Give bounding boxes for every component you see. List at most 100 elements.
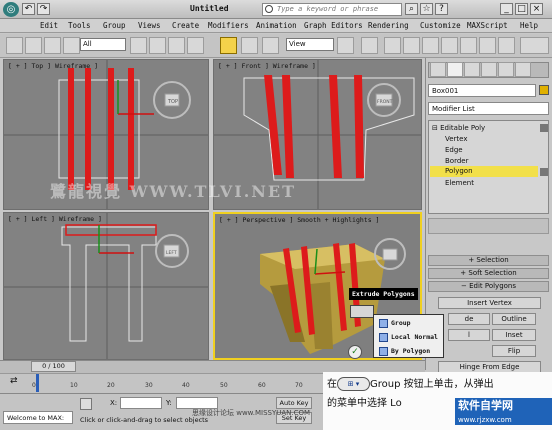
object-color-swatch[interactable] — [539, 85, 549, 95]
view-cube-top[interactable]: TOP — [167, 99, 178, 105]
annotation-text-post: Group 按钮上单击，从弹出 — [370, 379, 494, 390]
maximize-button[interactable]: □ — [515, 3, 528, 15]
selection-filter-dropdown[interactable]: All — [80, 38, 126, 51]
star-icon[interactable]: ☆ — [420, 3, 433, 15]
object-name-field[interactable]: Box001 — [428, 84, 536, 97]
window-crossing-icon[interactable] — [187, 37, 204, 54]
inset-button[interactable]: Inset — [492, 329, 536, 341]
minimize-button[interactable]: _ — [500, 3, 513, 15]
menu-views[interactable]: Views — [138, 21, 161, 30]
angle-snap-icon[interactable] — [403, 37, 420, 54]
move-icon[interactable] — [220, 37, 237, 54]
y-label: Y: — [166, 399, 172, 407]
extrude-type-flyout: Group Local Normal By Polygon — [373, 314, 444, 358]
select-by-name-icon[interactable] — [149, 37, 166, 54]
pivot-center-icon[interactable] — [337, 37, 354, 54]
flip-button[interactable]: Flip — [492, 345, 536, 357]
bind-space-warp-icon[interactable] — [44, 37, 61, 54]
polygon-level-icon[interactable] — [540, 168, 548, 176]
unlink-icon[interactable] — [25, 37, 42, 54]
track-bar-toggle-icon[interactable]: ⇄ — [10, 376, 18, 386]
group-icon — [379, 319, 388, 328]
render-setup-icon[interactable] — [520, 37, 549, 54]
select-manipulate-icon[interactable] — [361, 37, 378, 54]
stack-item-polygon[interactable]: Polygon — [430, 166, 538, 177]
select-object-icon[interactable] — [130, 37, 147, 54]
annotation-text-pre: 在 — [327, 379, 337, 390]
reference-coordinate-dropdown[interactable]: View — [286, 38, 334, 51]
menu-modifiers[interactable]: Modifiers — [208, 21, 249, 30]
view-cube-left[interactable]: LEFT — [166, 250, 177, 256]
menu-edit[interactable]: Edit — [40, 21, 58, 30]
help-icon[interactable]: ? — [435, 3, 448, 15]
scale-icon[interactable] — [262, 37, 279, 54]
extrude-type-flyout-button[interactable] — [350, 305, 374, 318]
tooltip: Extrude Polygons — [349, 288, 418, 300]
maxscript-listener[interactable]: Welcome to MAX: — [3, 411, 73, 424]
time-slider-thumb[interactable]: 0 / 100 — [31, 361, 76, 372]
viewport-left[interactable]: [ + ] Left ] Wireframe ] LEFT — [3, 212, 209, 360]
status-prompt: Click or click-and-drag to select object… — [80, 416, 209, 424]
timeline-tick-label: 0 — [32, 382, 36, 389]
rect-selection-icon[interactable] — [168, 37, 185, 54]
info-icon[interactable]: ⌕ — [405, 3, 418, 15]
menu-create[interactable]: Create — [172, 21, 199, 30]
timeline-tick-label: 40 — [182, 382, 190, 389]
create-tab-icon[interactable] — [430, 62, 446, 77]
footer-watermark: 思缘设计论坛 www.MISSYUAN.COM — [192, 409, 311, 417]
flyout-item-group[interactable]: Group — [376, 317, 442, 330]
menu-maxscript[interactable]: MAXScript — [467, 21, 508, 30]
modifier-list-dropdown[interactable]: Modifier List — [428, 102, 549, 115]
menu-group[interactable]: Group — [103, 21, 126, 30]
app-logo-icon[interactable]: ◎ — [3, 2, 19, 17]
snap-icon[interactable] — [384, 37, 401, 54]
flyout-item-local-normal[interactable]: Local Normal — [376, 331, 442, 344]
ok-check-icon[interactable]: ✓ — [348, 345, 362, 359]
rollout-selection[interactable]: + Selection — [428, 255, 549, 266]
outline-button[interactable]: Outline — [492, 313, 536, 325]
extrude-button[interactable]: de — [448, 313, 490, 325]
group-button-badge-icon: ⊞ ▾ — [337, 377, 370, 391]
object-icon[interactable] — [63, 37, 80, 54]
stack-light-bulb-icon[interactable] — [540, 124, 548, 132]
view-cube-front[interactable]: FRONT — [377, 99, 393, 105]
percent-snap-icon[interactable] — [422, 37, 439, 54]
curve-editor-icon[interactable] — [498, 37, 515, 54]
timeline-tick-label: 50 — [220, 382, 228, 389]
bevel-button[interactable]: l — [448, 329, 490, 341]
stack-item-element[interactable]: Element — [445, 178, 474, 189]
insert-vertex-button[interactable]: Insert Vertex — [438, 297, 541, 309]
menu-animation[interactable]: Animation — [256, 21, 297, 30]
site-logo-title: 软件自学网 — [458, 399, 513, 412]
rollout-edit-polygons[interactable]: − Edit Polygons — [428, 281, 549, 292]
stack-item-editable-poly[interactable]: ⊟ Editable Poly — [432, 123, 485, 134]
search-input[interactable]: Type a keyword or phrase — [262, 3, 402, 16]
timeline-tick-label: 70 — [295, 382, 303, 389]
display-tab-icon[interactable] — [498, 62, 514, 77]
menu-help[interactable]: Help — [520, 21, 538, 30]
rollout-soft-selection[interactable]: + Soft Selection — [428, 268, 549, 279]
utilities-tab-icon[interactable] — [515, 62, 531, 77]
lock-selection-icon[interactable] — [80, 398, 92, 410]
menu-customize[interactable]: Customize — [420, 21, 461, 30]
stack-item-vertex[interactable]: Vertex — [445, 134, 468, 145]
motion-tab-icon[interactable] — [481, 62, 497, 77]
timeline-tick-label: 20 — [107, 382, 115, 389]
local-normal-icon — [379, 333, 388, 342]
mirror-icon[interactable] — [441, 37, 458, 54]
x-coordinate-field[interactable] — [120, 397, 162, 409]
rotate-icon[interactable] — [241, 37, 258, 54]
modify-tab-icon[interactable] — [447, 62, 463, 77]
align-icon[interactable] — [460, 37, 477, 54]
menu-graph-editors[interactable]: Graph Editors — [304, 21, 363, 30]
hierarchy-tab-icon[interactable] — [464, 62, 480, 77]
close-button[interactable]: × — [530, 3, 543, 15]
link-icon[interactable] — [6, 37, 23, 54]
menu-tools[interactable]: Tools — [68, 21, 91, 30]
undo-icon[interactable]: ↶ — [22, 3, 35, 15]
stack-item-edge[interactable]: Edge — [445, 145, 463, 156]
layer-manager-icon[interactable] — [479, 37, 496, 54]
flyout-item-by-polygon[interactable]: By Polygon — [376, 345, 442, 358]
redo-icon[interactable]: ↷ — [37, 3, 50, 15]
menu-rendering[interactable]: Rendering — [368, 21, 409, 30]
